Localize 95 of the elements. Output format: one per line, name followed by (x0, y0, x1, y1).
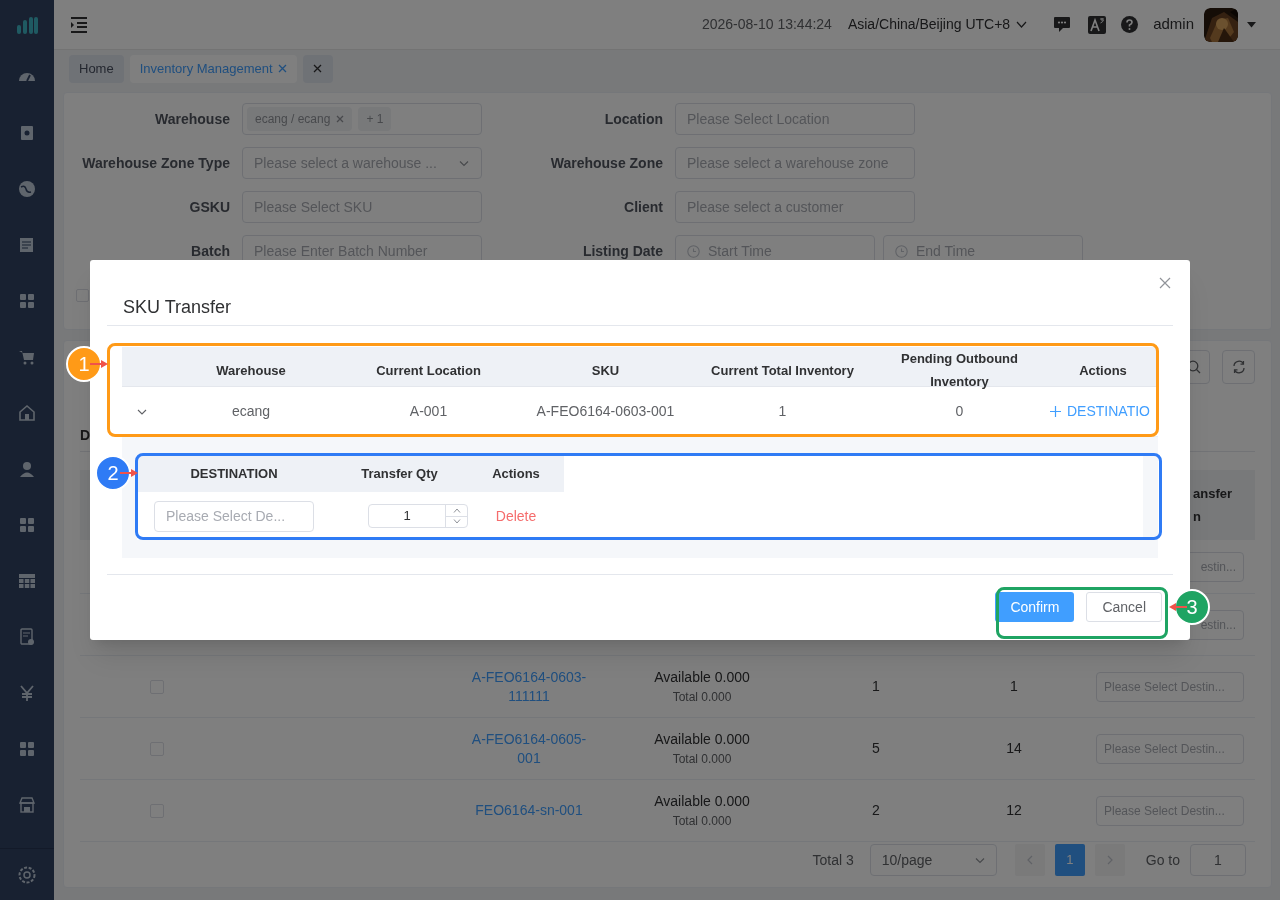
total-text: Total 0.000 (672, 813, 732, 830)
table-cell-text: 0 (955, 402, 964, 421)
column-header: Warehouse (216, 361, 286, 380)
clock-icon (687, 244, 700, 258)
store-icon[interactable] (17, 795, 37, 815)
menu-icon[interactable] (70, 16, 88, 33)
available-text: Available 0.000 (654, 730, 750, 749)
column-header: n (1193, 508, 1202, 526)
total-text: Total 0.000 (672, 751, 732, 768)
pointer-arrow (1169, 603, 1187, 611)
sku-link[interactable]: A-FEO6164-0605-001 (469, 729, 589, 768)
total-count: Total 3 (812, 850, 854, 870)
close-icon[interactable] (277, 64, 287, 73)
refresh-button[interactable] (1222, 350, 1255, 384)
chevron-left-icon (1026, 855, 1033, 865)
chat-icon[interactable] (1053, 16, 1072, 33)
field-label: Warehouse Zone Type (82, 153, 230, 173)
checkbox[interactable] (76, 289, 89, 302)
sku-link[interactable]: A-FEO6164-0603-111111 (469, 667, 589, 706)
cancel-button[interactable]: Cancel (1086, 592, 1162, 622)
quantity-stepper[interactable]: 1 (368, 504, 468, 528)
user-icon[interactable] (17, 459, 37, 479)
total-text: Total 0.000 (672, 689, 732, 706)
column-header: Current Location (376, 361, 481, 380)
pointer-arrow (90, 360, 108, 368)
confirm-button[interactable]: Confirm (995, 592, 1075, 622)
chevron-icon (974, 856, 985, 864)
column-header: Actions (1079, 361, 1127, 380)
table-cell-text: 5 (872, 739, 880, 758)
table-cell-text: 1 (872, 677, 880, 696)
column-header: Actions (492, 465, 540, 484)
field-label: Warehouse Zone (550, 153, 663, 173)
grid-icon[interactable] (17, 291, 37, 311)
dialog-title: SKU Transfer (123, 296, 232, 319)
column-header: DESTINATION (190, 465, 278, 484)
table-cell-text: A-001 (409, 402, 448, 421)
section-title: D (80, 426, 91, 445)
grid-icon[interactable] (17, 515, 37, 535)
close-tabs-button[interactable] (302, 54, 333, 83)
grid-icon[interactable] (17, 739, 37, 759)
plus-icon (1050, 406, 1061, 417)
table-cell-text: A-FEO6164-0603-001 (536, 402, 675, 421)
table-cell-text: 1 (1010, 677, 1018, 696)
table-cell-text: 1 (778, 402, 787, 421)
page-button[interactable]: 1 (1054, 844, 1085, 876)
close-icon[interactable] (1159, 277, 1171, 289)
column-header: ansfer (1193, 484, 1234, 503)
refresh-icon (1231, 360, 1246, 374)
page-size-select[interactable]: 10/page (869, 844, 997, 876)
search-icon (1187, 360, 1201, 374)
yen-icon[interactable] (17, 683, 37, 703)
translate-icon[interactable] (1088, 15, 1107, 34)
caret-icon[interactable] (1247, 21, 1256, 28)
field-label: Warehouse (155, 109, 230, 129)
username-text: admin (1153, 14, 1194, 35)
available-text: Available 0.000 (654, 792, 750, 811)
table-icon[interactable] (17, 571, 37, 591)
column-header: Current Total Inventory (711, 361, 854, 380)
field-label: Client (624, 197, 663, 217)
receipt-icon[interactable] (17, 627, 37, 647)
chevron-icon (1016, 21, 1028, 28)
sku-link[interactable]: FEO6164-sn-001 (475, 801, 583, 820)
table-cell-text: 12 (1006, 801, 1022, 820)
add-destination-link[interactable]: DESTINATIO (1050, 401, 1150, 422)
close-icon[interactable] (336, 115, 345, 123)
chevron-right-icon (1106, 855, 1113, 865)
field-label: GSKU (189, 197, 230, 217)
chevron-icon (459, 159, 469, 167)
column-header: Pending Outbound Inventory (900, 350, 1019, 391)
destination-select[interactable]: Please Select De... (154, 500, 314, 532)
goto-label: Go to (1145, 850, 1180, 870)
logo-icon[interactable] (16, 15, 38, 34)
field-label: Listing Date (582, 241, 663, 261)
timezone-selector[interactable]: Asia/China/Beijing UTC+8 (847, 14, 1028, 35)
pointer-arrow (120, 469, 138, 477)
chevron-up-icon[interactable] (452, 507, 461, 513)
chevron-down-icon[interactable] (452, 519, 461, 525)
table-cell-text: 14 (1006, 739, 1022, 758)
column-header: SKU (591, 361, 620, 380)
clock-icon (895, 244, 908, 258)
page-input[interactable]: 1 (1190, 844, 1246, 876)
available-text: Available 0.000 (654, 668, 750, 687)
table-cell-text: ecang (231, 402, 271, 421)
delete-link[interactable]: Delete (495, 505, 537, 527)
tab[interactable]: Inventory Management (129, 54, 297, 83)
datetime-text: 2026-08-10 13:44:24 (701, 15, 832, 34)
column-header: Transfer Qty (361, 465, 438, 484)
home-icon[interactable] (17, 403, 37, 423)
tab[interactable]: Home (69, 54, 124, 83)
field-label: Batch (191, 241, 230, 261)
chevron-down-icon[interactable] (137, 408, 147, 415)
help-icon[interactable] (1121, 16, 1139, 33)
table-cell-text: 2 (872, 801, 880, 820)
close-icon (313, 64, 323, 73)
field-label: Location (604, 109, 663, 129)
